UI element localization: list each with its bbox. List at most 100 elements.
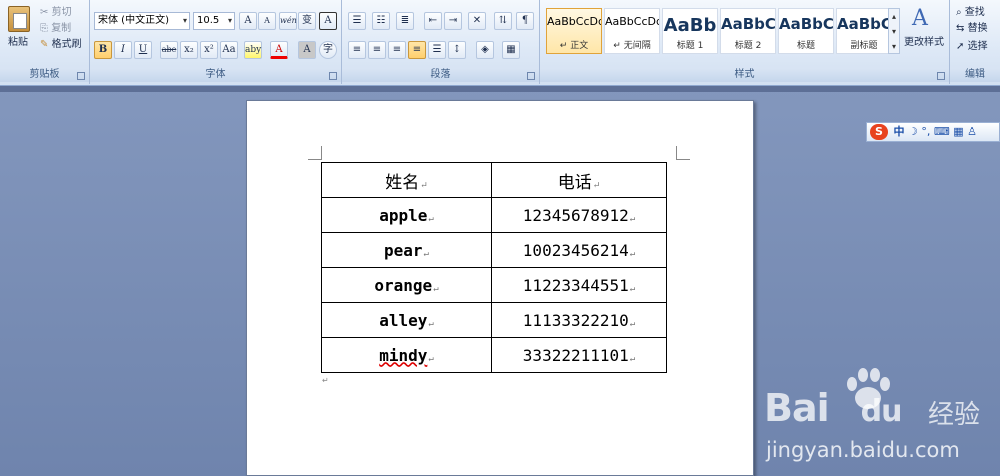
phone-cell[interactable]: 33322211101↵ [491, 337, 667, 373]
ime-toolbar[interactable]: S 中 ☽ °, ⌨ ▦ ♙ [866, 122, 1000, 142]
styles-gallery-scroll[interactable]: ▴ ▾ ▾ [888, 8, 900, 54]
crop-mark-tl [308, 146, 322, 160]
name-cell[interactable]: pear↵ [321, 232, 492, 268]
change-styles-icon: A [912, 6, 928, 31]
italic-button[interactable]: I [114, 41, 132, 59]
style-name: ↵ 正文 [559, 41, 589, 51]
table-row: alley↵ 11133322210↵ [321, 302, 667, 338]
justify-icon[interactable]: ≡ [408, 41, 426, 59]
format-painter-button[interactable]: ✎ 格式刷 [40, 38, 82, 52]
table-row: pear↵ 10023456214↵ [321, 232, 667, 268]
phone-cell[interactable]: 11223344551↵ [491, 267, 667, 303]
phone-cell[interactable]: 11133322210↵ [491, 302, 667, 338]
numbering-icon[interactable]: ☷ [372, 12, 390, 30]
font-group: 宋体 (中文正文) ▾ 10.5 ▾ A A wén 变 A B I U abe x… [90, 0, 342, 84]
style-name: 标题 1 [676, 41, 704, 51]
distribute-icon[interactable]: ☰ [428, 41, 446, 59]
line-spacing-icon[interactable]: ↕ [448, 41, 466, 59]
style-card[interactable]: AaBbCcDd ↵ 无间隔 [604, 8, 660, 54]
multilevel-list-icon[interactable]: ≣ [396, 12, 414, 30]
phone-cell[interactable]: 10023456214↵ [491, 232, 667, 268]
shrink-font-button[interactable]: A [258, 12, 276, 30]
char-shading-button[interactable]: A [298, 41, 316, 59]
baidu-watermark: Bai du 经验 jingyan.baidu.com [760, 366, 1000, 476]
underline-button[interactable]: U [134, 41, 152, 59]
paragraph-group-label: 段落 [342, 68, 539, 82]
paste-button[interactable]: 粘贴 [8, 36, 28, 50]
name-cell[interactable]: mindy↵ [321, 337, 492, 373]
font-size-combo[interactable]: 10.5 ▾ [193, 12, 235, 30]
clipboard-group: 粘贴 ✂ 剪切 ⎘ 复制 ✎ 格式刷 剪贴板 [0, 0, 90, 84]
show-marks-icon[interactable]: ¶ [516, 12, 534, 30]
strikethrough-button[interactable]: abe [160, 41, 178, 59]
sort-icon[interactable]: ⇅ [494, 12, 512, 30]
phone-cell[interactable]: 12345678912↵ [491, 197, 667, 233]
punctuation-icon[interactable]: °, [921, 125, 930, 138]
bullets-icon[interactable]: ☰ [348, 12, 366, 30]
font-group-label: 字体 [90, 68, 341, 82]
style-card[interactable]: AaBbC 标题 2 [720, 8, 776, 54]
find-button[interactable]: ⌕ 查找 [956, 6, 985, 20]
style-name: ↵ 无间隔 [613, 41, 651, 51]
decrease-indent-icon[interactable]: ⇤ [424, 12, 442, 30]
align-left-icon[interactable]: ≡ [348, 41, 366, 59]
enclose-char-button[interactable]: 字 [319, 41, 337, 59]
name-cell[interactable]: apple↵ [321, 197, 492, 233]
chinese-layout-icon[interactable]: ✕ [468, 12, 486, 30]
change-case-button[interactable]: Aa [220, 41, 238, 59]
header-phone-cell[interactable]: 电话↵ [491, 162, 667, 198]
name-cell[interactable]: orange↵ [321, 267, 492, 303]
baidu-jingyan-text: 经验 [928, 400, 981, 430]
bold-button[interactable]: B [94, 41, 112, 59]
shading-icon[interactable]: ◈ [476, 41, 494, 59]
styles-launcher[interactable] [937, 72, 945, 80]
align-right-icon[interactable]: ≡ [388, 41, 406, 59]
increase-indent-icon[interactable]: ⇥ [444, 12, 462, 30]
highlight-button[interactable]: aby [244, 41, 262, 59]
styles-group: AaBbCcDd ↵ 正文 AaBbCcDd ↵ 无间隔 AaBb 标题 1 AaBbC 标题… [540, 0, 950, 84]
style-card[interactable]: AaBbC 副标题 [836, 8, 892, 54]
style-card[interactable]: AaBbC 标题 [778, 8, 834, 54]
font-color-button[interactable]: A [270, 41, 288, 59]
subscript-button[interactable]: x₂ [180, 41, 198, 59]
name-cell[interactable]: alley↵ [321, 302, 492, 338]
table-row: mindy↵ 33322211101↵ [321, 337, 667, 373]
cursor-icon: ➚ [956, 41, 965, 52]
baidu-logo-text: Bai du [764, 386, 902, 430]
style-name: 标题 [796, 41, 815, 51]
style-card[interactable]: AaBbCcDd ↵ 正文 [546, 8, 602, 54]
replace-button[interactable]: ⇆ 替换 [956, 22, 988, 36]
replace-icon: ⇆ [956, 23, 965, 34]
style-card[interactable]: AaBb 标题 1 [662, 8, 718, 54]
style-name: 标题 2 [734, 41, 762, 51]
style-name: 副标题 [850, 41, 878, 51]
keyboard-icon[interactable]: ⌨ [934, 125, 950, 138]
style-sample: AaBbCcDd [605, 15, 660, 28]
phonetic-guide-button[interactable]: 变 [298, 12, 316, 30]
brush-icon: ✎ [40, 39, 49, 50]
paragraph-launcher[interactable] [527, 72, 535, 80]
font-name-combo[interactable]: 宋体 (中文正文) ▾ [94, 12, 190, 30]
cut-button[interactable]: ✂ 剪切 [40, 6, 72, 20]
grow-font-button[interactable]: A [239, 12, 257, 30]
paste-icon[interactable] [8, 6, 30, 32]
shirt-icon[interactable]: ♙ [967, 125, 977, 138]
borders-icon[interactable]: ▦ [502, 41, 520, 59]
contacts-table[interactable]: 姓名↵ 电话↵ apple↵ 12345678912↵ pear↵ 100234… [321, 162, 667, 373]
ime-lang-toggle[interactable]: 中 [894, 125, 905, 138]
select-button[interactable]: ➚ 选择 [956, 40, 988, 54]
char-border-button[interactable]: A [319, 12, 337, 30]
style-sample: AaBb [663, 15, 717, 36]
clipboard-launcher[interactable] [77, 72, 85, 80]
change-styles-button[interactable]: 更改样式 [904, 36, 944, 50]
editing-group: ⌕ 查找 ⇆ 替换 ➚ 选择 编辑 [950, 0, 1000, 84]
header-name-cell[interactable]: 姓名↵ [321, 162, 492, 198]
font-launcher[interactable] [329, 72, 337, 80]
copy-button[interactable]: ⎘ 复制 [40, 22, 71, 36]
superscript-button[interactable]: x² [200, 41, 218, 59]
grid-icon[interactable]: ▦ [953, 125, 963, 138]
moon-icon[interactable]: ☽ [908, 125, 918, 138]
clear-format-button[interactable]: wén [279, 12, 297, 30]
binoculars-icon: ⌕ [956, 7, 962, 18]
align-center-icon[interactable]: ≡ [368, 41, 386, 59]
